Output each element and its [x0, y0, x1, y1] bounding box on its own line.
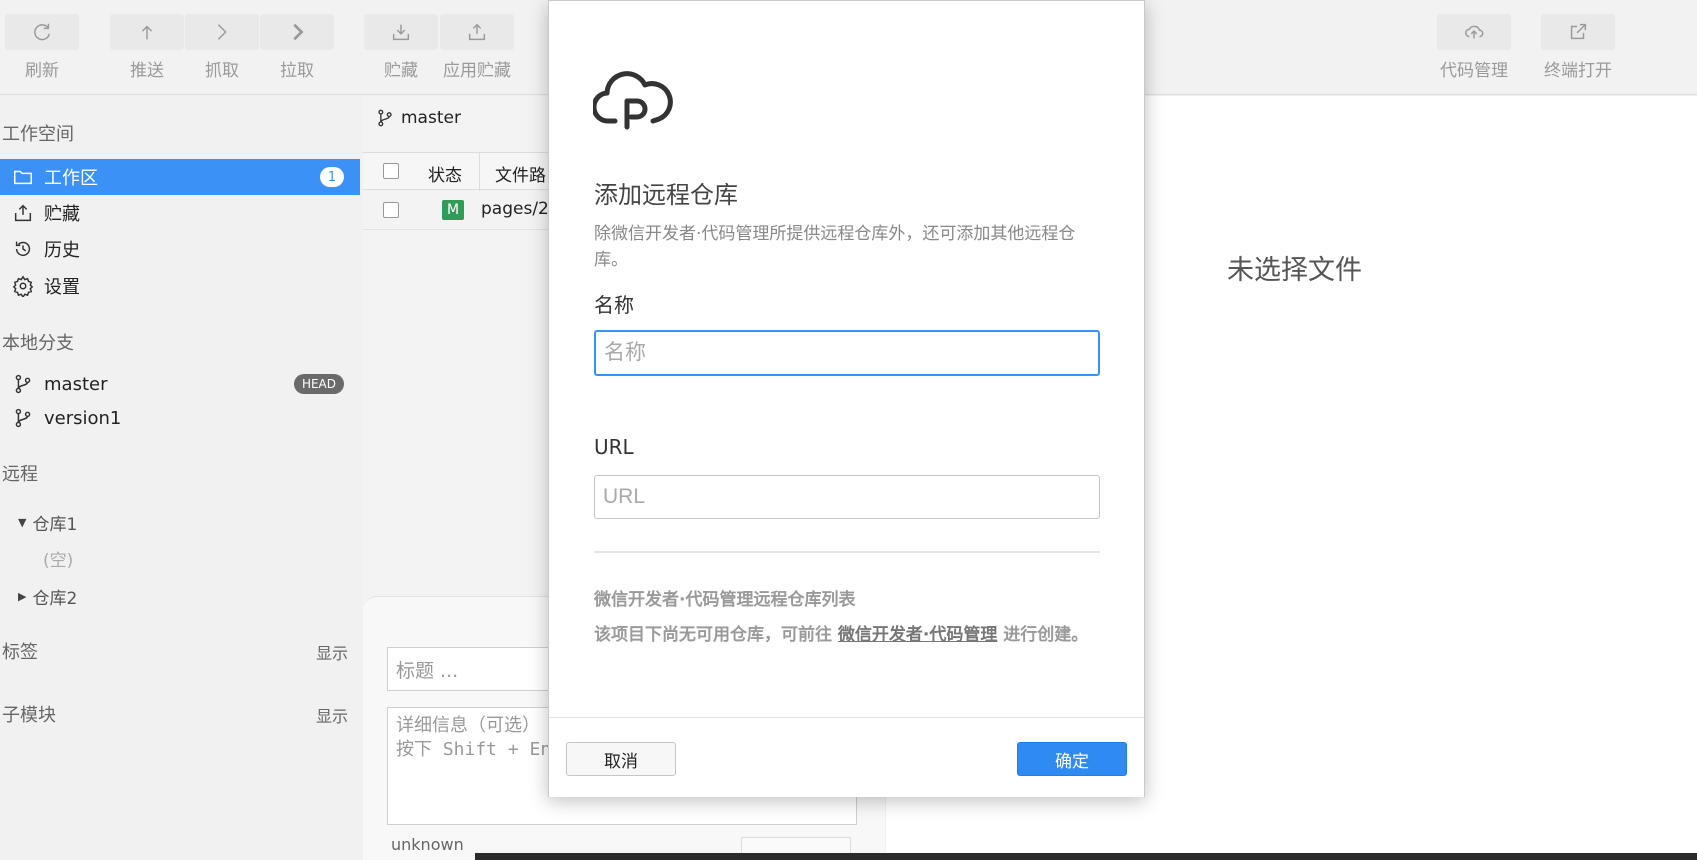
branch-name: version1	[44, 407, 122, 429]
remote-name: 仓库2	[32, 589, 78, 609]
head-badge: HEAD	[293, 374, 344, 394]
cloud-upload-icon	[1465, 25, 1484, 39]
refresh-button[interactable]: 刷新	[5, 14, 79, 81]
push-button[interactable]: 推送	[110, 14, 184, 81]
tags-section-title: 标签	[2, 642, 38, 663]
branch-item-version1[interactable]: version1	[0, 400, 360, 436]
sidebar-item-label: 历史	[44, 240, 80, 261]
code-manage-link[interactable]: 微信开发者·代码管理	[838, 625, 997, 645]
triangle-right-icon: ▶	[18, 590, 27, 603]
pull-label: 拉取	[280, 61, 314, 81]
fetch-label: 抓取	[205, 61, 239, 81]
remote-empty-label: (空)	[43, 551, 74, 571]
remote-item-repo1[interactable]: ▼ 仓库1	[18, 510, 77, 535]
sidebar-item-label: 工作区	[44, 168, 98, 189]
divider	[594, 551, 1100, 553]
refresh-label: 刷新	[25, 61, 59, 81]
file-path: pages/2-	[481, 199, 555, 219]
sidebar-item-history[interactable]: 历史	[0, 231, 360, 267]
triangle-down-icon: ▼	[18, 516, 27, 529]
push-icon	[141, 25, 153, 40]
no-file-selected-text: 未选择文件	[1227, 255, 1362, 286]
sidebar-item-label: 设置	[44, 277, 80, 298]
push-label: 推送	[130, 61, 164, 81]
terminal-open-label: 终端打开	[1544, 61, 1612, 81]
history-icon	[15, 241, 31, 257]
cancel-button[interactable]: 取消	[566, 742, 676, 776]
sidebar: 工作空间 工作区 1 贮藏 历史 设置 本地分支 master HEAD ver…	[0, 96, 362, 860]
col-divider[interactable]	[479, 153, 480, 191]
fetch-icon	[217, 24, 227, 40]
branch-item-master[interactable]: master HEAD	[0, 366, 360, 402]
file-checkbox[interactable]	[383, 202, 399, 218]
current-branch: master	[375, 108, 461, 128]
stash-button[interactable]: 贮藏	[364, 14, 438, 81]
pull-icon	[293, 23, 304, 41]
name-label: 名称	[594, 293, 634, 317]
url-input[interactable]	[594, 475, 1100, 519]
sidebar-item-settings[interactable]: 设置	[0, 268, 360, 304]
author-label: unknown	[391, 835, 464, 854]
apply-stash-label: 应用贮藏	[443, 61, 511, 81]
add-remote-dialog: 添加远程仓库 除微信开发者·代码管理所提供远程仓库外，还可添加其他远程仓库。 名…	[548, 0, 1145, 797]
change-count-badge: 1	[320, 167, 344, 187]
stash-label: 贮藏	[384, 61, 418, 81]
taskbar-strip	[475, 853, 1697, 860]
dialog-footer: 取消 确定	[549, 717, 1144, 797]
note-suffix: 进行创建。	[997, 625, 1089, 645]
stash-box-icon	[14, 204, 32, 222]
tags-show-toggle[interactable]: 显示	[316, 640, 348, 664]
workspace-section-title: 工作空间	[2, 124, 74, 145]
branch-icon	[15, 374, 31, 394]
refresh-icon	[34, 23, 51, 41]
stash-icon	[392, 24, 410, 41]
folder-icon	[14, 170, 32, 185]
name-input[interactable]	[594, 330, 1100, 376]
remote-item-repo2[interactable]: ▶ 仓库2	[18, 584, 77, 609]
apply-stash-icon	[468, 23, 486, 41]
remote-name: 仓库1	[32, 515, 78, 535]
modified-badge: M	[442, 200, 464, 220]
branch-icon	[15, 408, 31, 428]
dialog-title: 添加远程仓库	[594, 181, 738, 209]
sidebar-item-label: 贮藏	[44, 204, 80, 225]
url-label: URL	[594, 435, 634, 459]
pull-button[interactable]: 拉取	[260, 14, 334, 81]
remote-list-title: 微信开发者·代码管理远程仓库列表	[594, 590, 856, 610]
cloud-logo-icon	[593, 71, 673, 130]
branch-name: master	[44, 373, 108, 395]
confirm-button[interactable]: 确定	[1017, 742, 1127, 776]
sidebar-item-workspace[interactable]: 工作区 1	[0, 159, 360, 195]
apply-stash-button[interactable]: 应用贮藏	[440, 14, 514, 81]
gear-icon	[12, 275, 34, 297]
code-manage-label: 代码管理	[1440, 61, 1508, 81]
terminal-open-button[interactable]: 终端打开	[1541, 14, 1615, 81]
submodule-section-title: 子模块	[2, 705, 56, 726]
select-all-checkbox[interactable]	[383, 163, 399, 179]
branch-icon	[378, 109, 392, 127]
submodule-show-toggle[interactable]: 显示	[316, 703, 348, 727]
col-path: 文件路	[495, 166, 546, 186]
local-branch-section-title: 本地分支	[2, 333, 74, 354]
remote-list-note: 该项目下尚无可用仓库，可前往 微信开发者·代码管理 进行创建。	[594, 623, 1094, 648]
dialog-description: 除微信开发者·代码管理所提供远程仓库外，还可添加其他远程仓库。	[594, 224, 1076, 270]
sidebar-item-stash[interactable]: 贮藏	[0, 195, 360, 231]
remote-section-title: 远程	[2, 464, 38, 485]
note-prefix: 该项目下尚无可用仓库，可前往	[594, 625, 838, 645]
col-status: 状态	[428, 166, 462, 186]
fetch-button[interactable]: 抓取	[185, 14, 259, 81]
external-link-icon	[1570, 23, 1587, 40]
code-manage-button[interactable]: 代码管理	[1437, 14, 1511, 81]
current-branch-name: master	[401, 108, 461, 128]
